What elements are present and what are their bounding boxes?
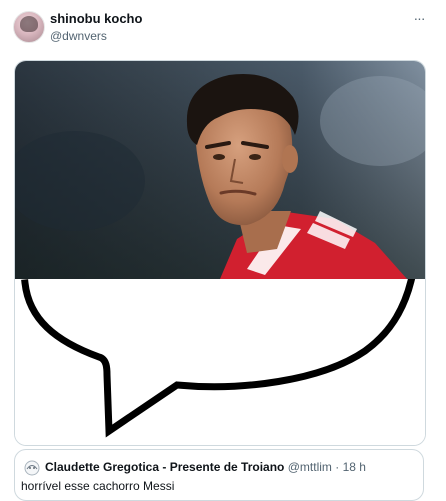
sketch-avatar-icon[interactable] (23, 460, 41, 476)
quoted-post-header: Claudette Gregotica - Presente de Troian… (45, 460, 366, 474)
quoted-author-name[interactable]: Claudette Gregotica - Presente de Troian… (45, 460, 284, 474)
more-options-icon[interactable]: ··· (408, 10, 430, 26)
post: shinobu kocho @dwnvers ··· Claudette Gre… (0, 0, 446, 501)
author-avatar[interactable] (13, 11, 45, 43)
quoted-post-text: horrível esse cachorro Messi (21, 479, 175, 493)
media-card[interactable] (14, 60, 426, 446)
quoted-timestamp[interactable]: 18 h (343, 460, 366, 474)
quoted-post[interactable]: Claudette Gregotica - Presente de Troian… (14, 449, 424, 501)
player-photo[interactable] (15, 61, 425, 279)
speech-bubble-drawing (15, 279, 425, 445)
quoted-separator: · (335, 460, 340, 474)
author-display-name[interactable]: shinobu kocho (50, 12, 142, 26)
quoted-author-handle[interactable]: @mttlim (288, 460, 332, 474)
author-handle[interactable]: @dwnvers (50, 29, 107, 43)
